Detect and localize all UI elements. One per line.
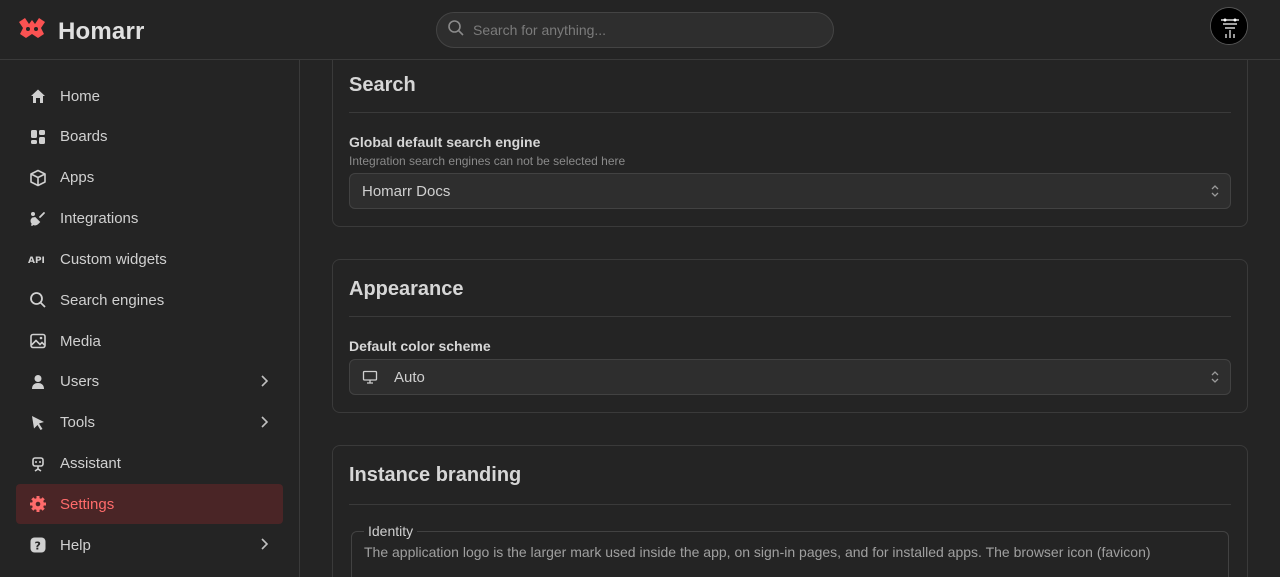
sidebar-item-integrations[interactable]: Integrations xyxy=(16,199,283,239)
sidebar-item-custom-widgets[interactable]: API Custom widgets xyxy=(16,239,283,279)
photo-icon xyxy=(28,331,48,351)
identity-description: The application logo is the larger mark … xyxy=(364,544,1151,560)
sidebar-item-label: Users xyxy=(60,373,100,391)
sidebar-item-label: Apps xyxy=(60,169,95,187)
appearance-settings-card: Appearance Default color scheme Auto xyxy=(332,259,1248,413)
field-label: Global default search engine xyxy=(349,134,541,150)
select-value: Auto xyxy=(394,368,425,386)
color-scheme-select[interactable]: Auto xyxy=(349,359,1231,395)
select-value: Homarr Docs xyxy=(362,182,451,200)
boards-icon xyxy=(28,127,48,147)
search-input[interactable] xyxy=(473,22,803,38)
sidebar-item-users[interactable]: Users xyxy=(16,362,283,402)
sidebar-item-label: Help xyxy=(60,536,91,554)
sidebar-item-label: Boards xyxy=(60,128,108,146)
homarr-logo-icon xyxy=(16,14,48,49)
sidebar-item-tools[interactable]: Tools xyxy=(16,403,283,443)
sidebar-item-label: Assistant xyxy=(60,455,121,473)
sidebar-item-assistant[interactable]: Assistant xyxy=(16,444,283,484)
section-title: Search xyxy=(349,74,416,96)
section-title: Instance branding xyxy=(349,464,522,486)
api-icon: API xyxy=(28,249,48,269)
sidebar-item-settings[interactable]: Settings xyxy=(16,484,283,525)
box-icon xyxy=(28,168,48,188)
settings-content: Search Global default search engine Inte… xyxy=(300,60,1280,577)
sidebar-item-apps[interactable]: Apps xyxy=(16,158,283,198)
search-settings-card: Search Global default search engine Inte… xyxy=(332,60,1248,227)
home-icon xyxy=(28,86,48,106)
divider xyxy=(349,316,1231,317)
sidebar-item-label: Media xyxy=(60,332,101,350)
app-title: Homarr xyxy=(58,17,145,45)
plug-icon xyxy=(28,209,48,229)
gear-icon xyxy=(28,494,48,514)
sidebar-item-label: Settings xyxy=(60,495,115,513)
divider xyxy=(349,112,1231,113)
section-title: Appearance xyxy=(349,278,464,300)
sidebar-item-label: Integrations xyxy=(60,210,139,228)
sidebar-item-boards[interactable]: Boards xyxy=(16,117,283,157)
sidebar-item-help[interactable]: ? Help xyxy=(16,525,283,565)
sidebar-item-label: Search engines xyxy=(60,291,165,309)
field-description: Integration search engines can not be se… xyxy=(349,154,626,168)
sidebar-item-media[interactable]: Media xyxy=(16,321,283,361)
top-header: Homarr xyxy=(0,0,1280,60)
user-avatar[interactable] xyxy=(1210,7,1248,45)
sidebar-item-home[interactable]: Home xyxy=(16,76,283,116)
instance-branding-card: Instance branding Identity The applicati… xyxy=(332,445,1248,577)
chevron-right-icon xyxy=(259,415,269,433)
user-icon xyxy=(28,372,48,392)
search-icon xyxy=(447,19,465,42)
search-icon xyxy=(28,290,48,310)
default-search-engine-select[interactable]: Homarr Docs xyxy=(349,173,1231,209)
brand[interactable]: Homarr xyxy=(16,14,145,49)
selector-icon xyxy=(1210,184,1220,202)
sidebar-item-label: Home xyxy=(60,87,101,105)
sidebar: Home Boards Apps Integrations API Custom… xyxy=(0,60,300,577)
chevron-right-icon xyxy=(259,537,269,555)
sidebar-item-label: Tools xyxy=(60,414,96,432)
identity-fieldset: Identity The application logo is the lar… xyxy=(351,523,1229,577)
sidebar-item-label: Custom widgets xyxy=(60,250,167,268)
pointer-icon xyxy=(28,413,48,433)
divider xyxy=(349,504,1231,505)
robot-icon xyxy=(28,454,48,474)
chevron-right-icon xyxy=(259,374,269,392)
monitor-icon xyxy=(362,370,378,384)
fieldset-legend: Identity xyxy=(368,523,414,539)
global-search[interactable] xyxy=(436,12,834,48)
svg-text:?: ? xyxy=(35,540,41,553)
question-icon: ? xyxy=(28,535,48,555)
svg-text:API: API xyxy=(28,256,45,265)
sidebar-item-search-engines[interactable]: Search engines xyxy=(16,280,283,320)
selector-icon xyxy=(1210,370,1220,388)
field-label: Default color scheme xyxy=(349,338,491,354)
